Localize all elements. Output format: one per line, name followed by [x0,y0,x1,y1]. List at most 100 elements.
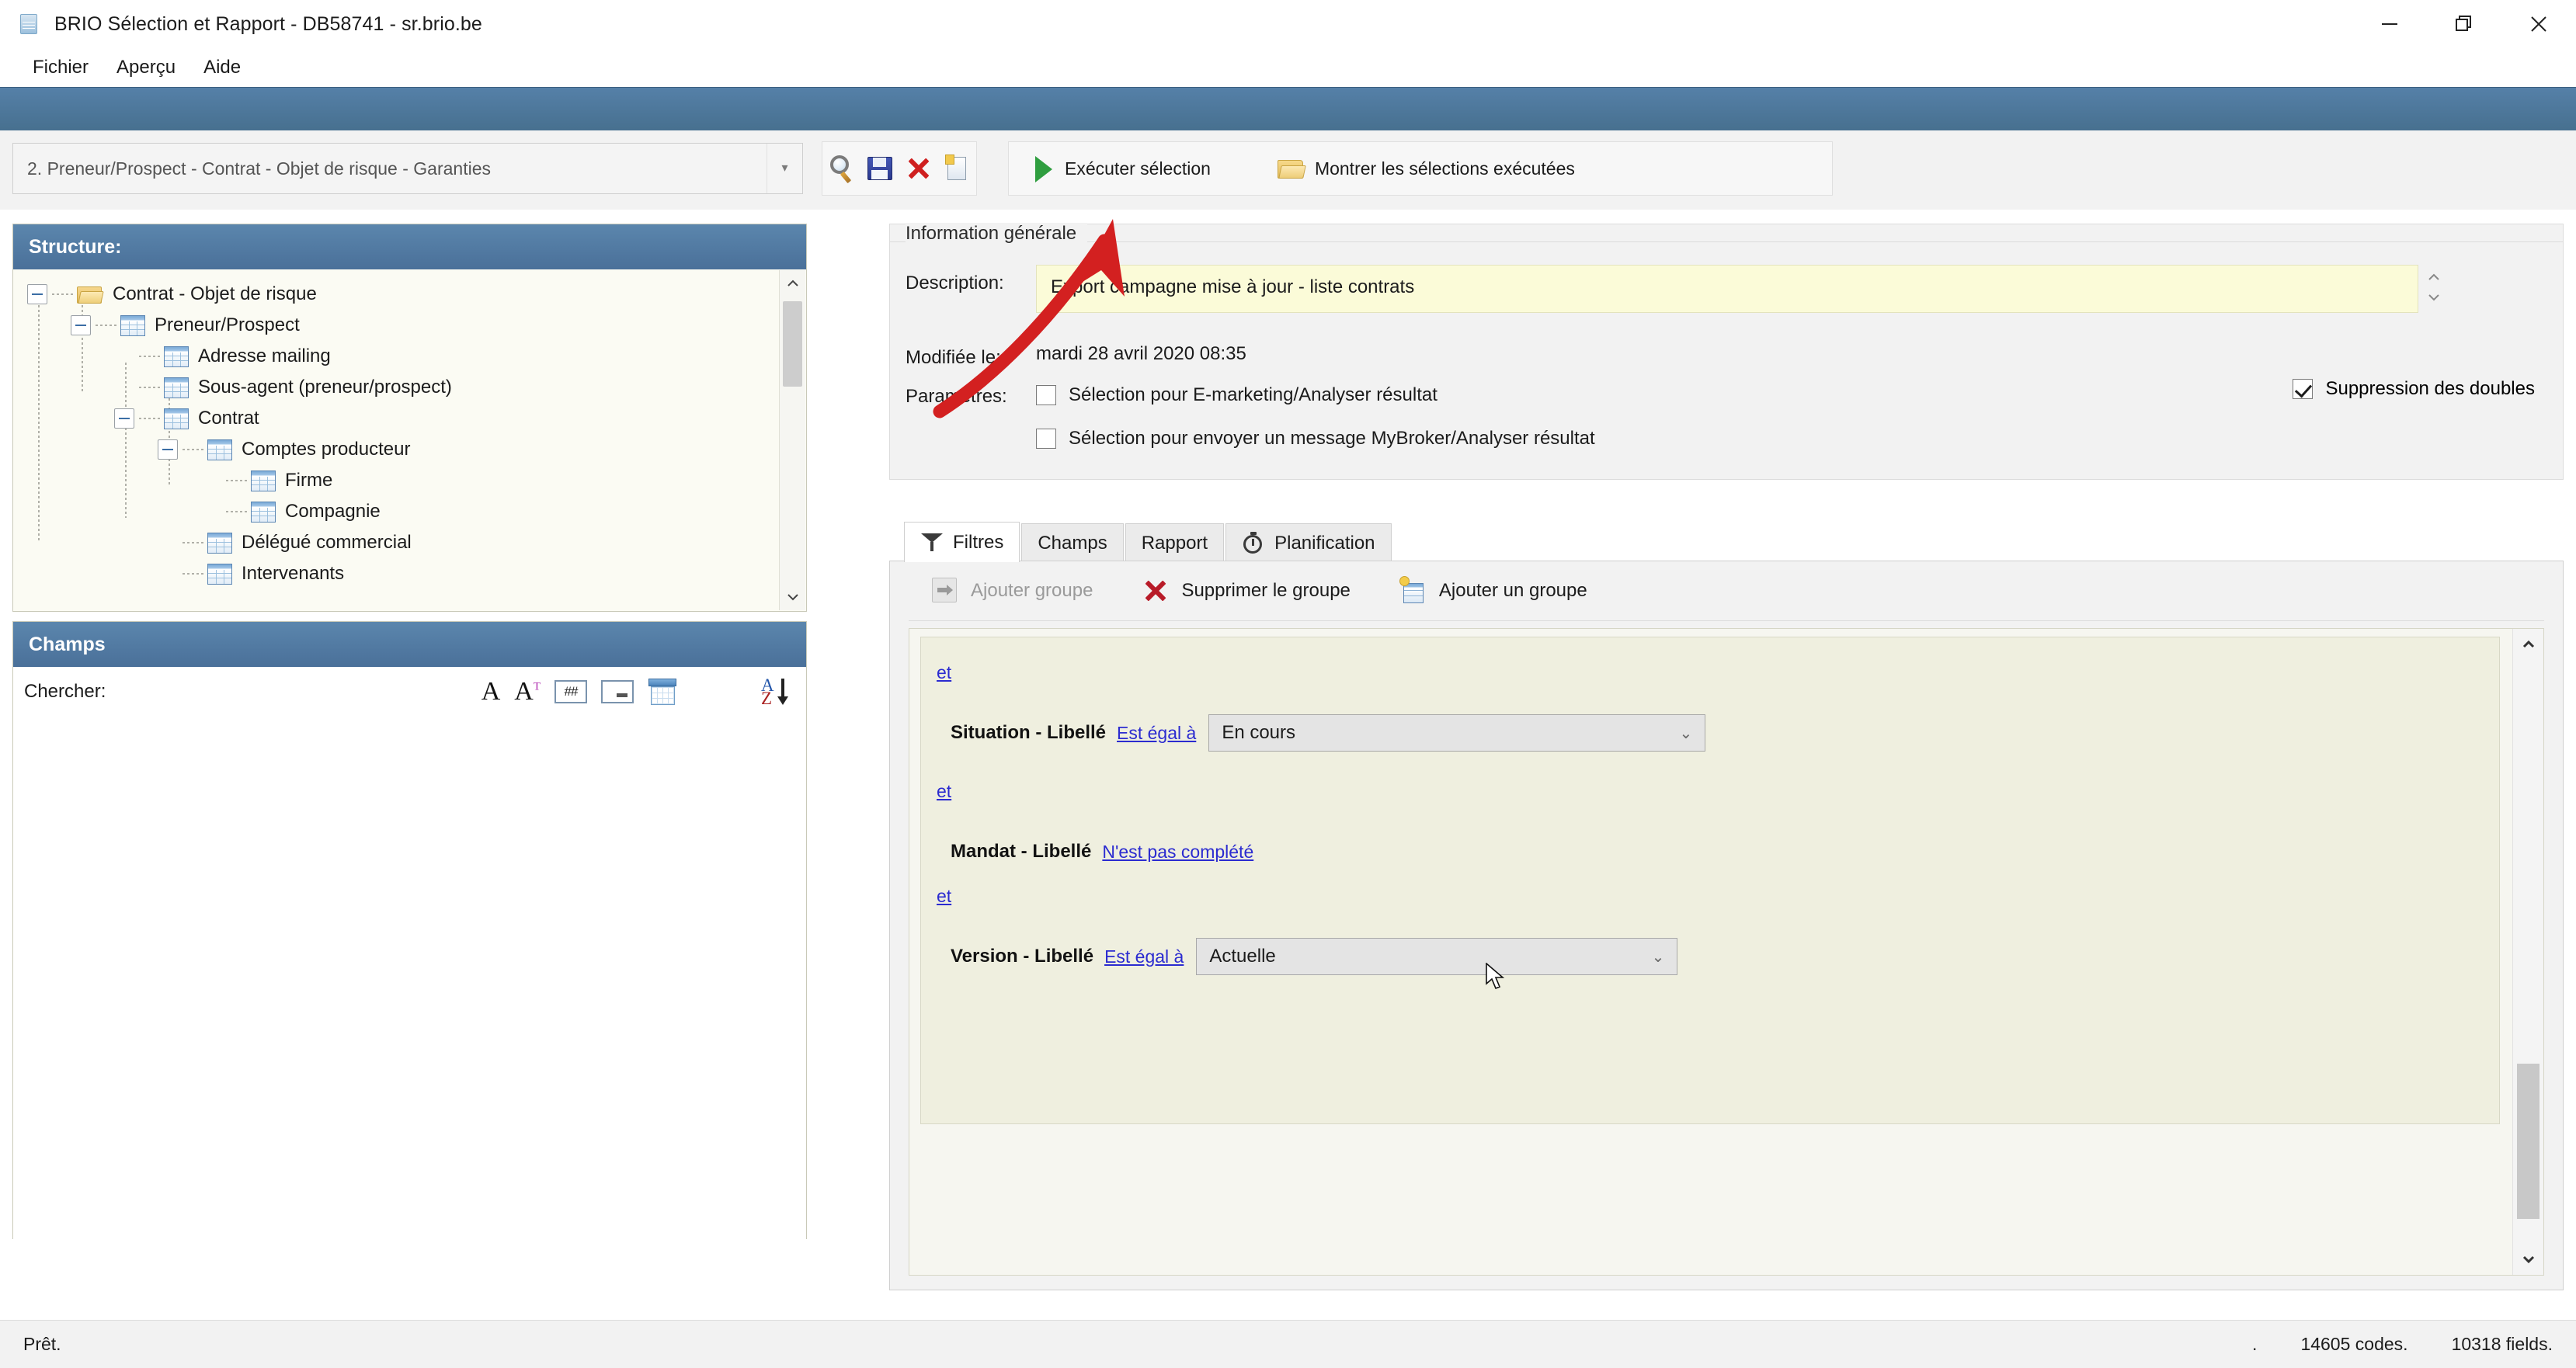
show-executed-selections-button[interactable]: Montrer les sélections exécutées [1265,145,1586,192]
tree-connector [183,449,204,450]
tree-item-contrat-objet-de-risque[interactable]: Contrat - Objet de risque [13,279,806,310]
chevron-down-icon[interactable]: ▾ [767,144,802,193]
condition-operator-1[interactable]: et [937,662,951,683]
scrollbar-thumb[interactable] [783,301,802,387]
tree-expander-icon[interactable] [71,315,91,335]
status-fields: 10318 fields. [2451,1334,2553,1354]
delete-group-button[interactable]: Supprimer le groupe [1141,576,1350,606]
champs-list[interactable] [13,717,806,1280]
accent-band [0,87,2576,130]
date-type-icon[interactable] [648,677,679,707]
tree-connector [226,480,248,481]
restore-icon[interactable] [2427,0,2501,48]
checkbox-suppression-doubles[interactable]: Suppression des doubles [2293,378,2535,400]
structure-scrollbar[interactable] [779,270,805,610]
scroll-down-icon[interactable] [780,584,805,610]
condition-value-select-3[interactable]: Actuelle ⌄ [1196,938,1678,975]
condition-comparator-1[interactable]: Est égal à [1117,723,1196,744]
spinner-up-icon[interactable] [2426,272,2442,286]
tree-item-adresse-mailing[interactable]: Adresse mailing [13,341,806,372]
tree-connector [96,325,117,326]
tree-connector [139,356,161,357]
chevron-down-icon[interactable]: ⌄ [1667,724,1705,743]
boolean-type-icon[interactable] [601,680,634,703]
checkbox-suppression-doubles-box[interactable] [2293,379,2314,399]
scroll-down-icon[interactable] [2513,1244,2543,1275]
search-icon[interactable] [827,154,857,184]
chevron-down-icon[interactable]: ⌄ [1639,947,1677,967]
scroll-up-icon[interactable] [2513,629,2543,660]
scrollbar-thumb[interactable] [2517,1064,2539,1219]
toolbar-action-group: Exécuter sélection Montrer les sélection… [1008,141,1833,196]
menu-item-apercu[interactable]: Aperçu [103,54,189,82]
condition-row-mandat: Mandat - Libellé N'est pas complété [937,830,2491,873]
title-bar: BRIO Sélection et Rapport - DB58741 - sr… [0,0,2576,48]
tree-expander-icon[interactable] [114,408,134,429]
delete-icon[interactable] [904,154,933,183]
tree-connector [183,542,204,543]
tree-expander-icon[interactable] [27,284,47,304]
save-icon[interactable] [865,154,895,183]
tree-item-contrat[interactable]: Contrat [13,403,806,434]
tab-champs-label: Champs [1038,532,1107,554]
tree-item-delegue-commercial[interactable]: Délégué commercial [13,527,806,558]
tree-connector [183,573,204,575]
mouse-cursor [1486,962,1506,991]
condition-operator-2[interactable]: et [937,781,951,802]
tree-item-label: Firme [285,470,333,491]
close-icon[interactable] [2501,0,2576,48]
condition-value-select-1[interactable]: En cours ⌄ [1208,714,1706,752]
champs-filter-icons: A AT ## AZ [481,675,795,708]
add-group-button[interactable]: Ajouter groupe [930,576,1093,606]
scroll-up-icon[interactable] [780,270,805,297]
number-type-icon[interactable]: ## [554,680,587,703]
description-field[interactable]: Export campagne mise à jour - liste cont… [1036,265,2418,313]
tab-rapport[interactable]: Rapport [1125,523,1225,562]
tree-item-sous-agent[interactable]: Sous-agent (preneur/prospect) [13,372,806,403]
champs-panel: Champs Chercher: A AT ## AZ [12,621,807,1280]
execute-selection-button[interactable]: Exécuter sélection [1021,145,1222,192]
spinner-down-icon[interactable] [2426,292,2442,306]
text-translated-icon[interactable]: AT [514,679,541,705]
search-label: Chercher: [24,681,106,702]
status-left: Prêt. [23,1334,61,1354]
tree-item-comptes-producteur[interactable]: Comptes producteur [13,434,806,465]
condition-operator-3[interactable]: et [937,886,951,907]
table-icon [164,408,189,429]
new-document-icon[interactable] [942,154,972,183]
tree-item-intervenants[interactable]: Intervenants [13,558,806,589]
menu-item-fichier[interactable]: Fichier [19,54,103,82]
description-spinner[interactable] [2418,265,2449,313]
structure-tree[interactable]: Contrat - Objet de risque Preneur/Prospe… [13,269,806,613]
tab-planification[interactable]: Planification [1225,523,1392,562]
tree-connector [226,511,248,512]
menu-bar: Fichier Aperçu Aide [0,48,2576,87]
sort-az-icon[interactable]: AZ [761,675,795,708]
search-input[interactable] [112,676,481,707]
new-group-button[interactable]: Ajouter un groupe [1399,576,1587,606]
selection-combo[interactable]: 2. Preneur/Prospect - Contrat - Objet de… [12,143,803,194]
tab-filtres[interactable]: Filtres [904,522,1020,562]
tree-expander-icon[interactable] [158,439,178,460]
filters-panel: Ajouter groupe Supprimer le groupe Ajout… [889,561,2564,1290]
tree-item-label: Intervenants [242,563,345,584]
tree-item-preneur-prospect[interactable]: Preneur/Prospect [13,310,806,341]
checkbox-mybroker[interactable]: Sélection pour envoyer un message MyBrok… [1036,422,1595,456]
tree-item-firme[interactable]: Firme [13,465,806,496]
condition-list: et Situation - Libellé Est égal à En cou… [937,625,2491,978]
champs-toolbar: Chercher: A AT ## AZ [13,667,806,717]
checkbox-emarketing-box[interactable] [1036,385,1056,405]
filters-scrollbar[interactable] [2512,629,2543,1275]
tab-champs[interactable]: Champs [1021,523,1124,562]
checkbox-mybroker-box[interactable] [1036,429,1056,449]
checkbox-emarketing[interactable]: Sélection pour E-marketing/Analyser résu… [1036,378,1595,412]
minimize-icon[interactable] [2352,0,2427,48]
text-type-icon[interactable]: A [481,679,501,705]
tree-item-label: Compagnie [285,501,381,522]
menu-item-aide[interactable]: Aide [189,54,255,82]
champs-panel-header: Champs [13,622,806,667]
structure-panel-header: Structure: [13,224,806,269]
condition-comparator-2[interactable]: N'est pas complété [1102,842,1253,863]
condition-comparator-3[interactable]: Est égal à [1104,946,1184,967]
tree-item-compagnie[interactable]: Compagnie [13,496,806,527]
